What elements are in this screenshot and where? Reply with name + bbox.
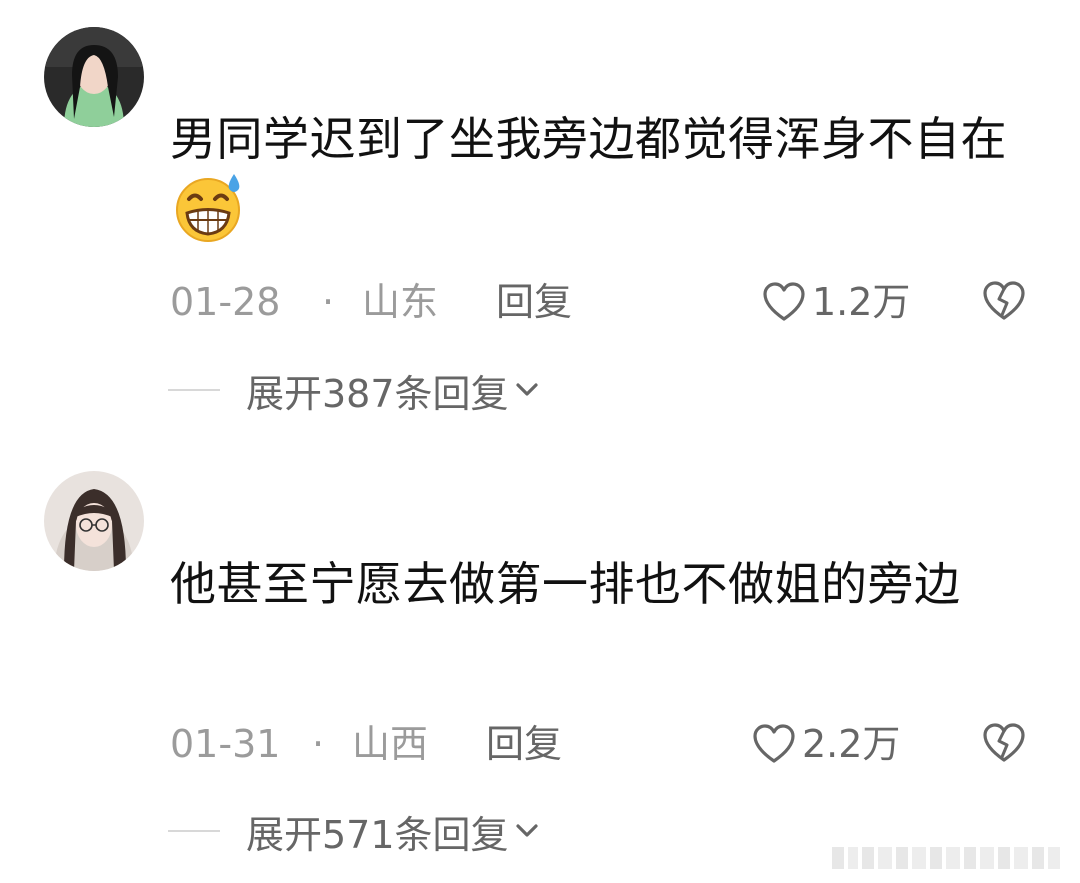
expand-replies-button[interactable]: 展开571条回复 — [168, 806, 539, 857]
comment-location: 山西 — [352, 722, 429, 766]
like-count: 1.2万 — [812, 280, 911, 324]
like-count: 2.2万 — [802, 722, 901, 766]
heart-icon — [763, 282, 805, 321]
expand-replies-label: 展开387条回复 — [246, 371, 509, 416]
comment-text: 他甚至宁愿去做第一排也不做姐的旁边 — [170, 553, 1030, 615]
chevron-down-icon — [515, 383, 538, 396]
reply-button[interactable]: 回复 — [496, 277, 572, 327]
comment-body: 他甚至宁愿去做第一排也不做姐的旁边 — [170, 557, 961, 611]
reply-button[interactable]: 回复 — [486, 719, 562, 769]
chevron-down-icon — [515, 824, 538, 837]
like-button[interactable]: 1.2万 — [762, 277, 910, 327]
broken-heart-icon — [983, 723, 1025, 762]
dislike-button[interactable] — [982, 281, 1026, 333]
divider-line — [168, 389, 220, 391]
like-button[interactable]: 2.2万 — [752, 719, 900, 769]
comment-text: 男同学迟到了坐我旁边都觉得浑身不自在 — [170, 108, 1030, 244]
comment-body: 男同学迟到了坐我旁边都觉得浑身不自在 — [170, 112, 1007, 166]
broken-heart-icon — [983, 281, 1025, 320]
grinning-sweat-emoji-icon — [172, 170, 246, 244]
expand-replies-label: 展开571条回复 — [246, 812, 509, 857]
heart-icon — [753, 724, 795, 763]
comment-date: 01-31 — [170, 722, 281, 766]
meta-separator: · — [312, 722, 325, 766]
avatar[interactable] — [44, 471, 144, 571]
watermark-logo — [832, 843, 1062, 873]
meta-separator: · — [322, 280, 335, 324]
comment-location: 山东 — [362, 280, 439, 324]
comment-date: 01-28 — [170, 280, 281, 324]
expand-replies-button[interactable]: 展开387条回复 — [168, 365, 539, 416]
avatar[interactable] — [44, 27, 144, 127]
dislike-button[interactable] — [982, 723, 1026, 775]
divider-line — [168, 830, 220, 832]
